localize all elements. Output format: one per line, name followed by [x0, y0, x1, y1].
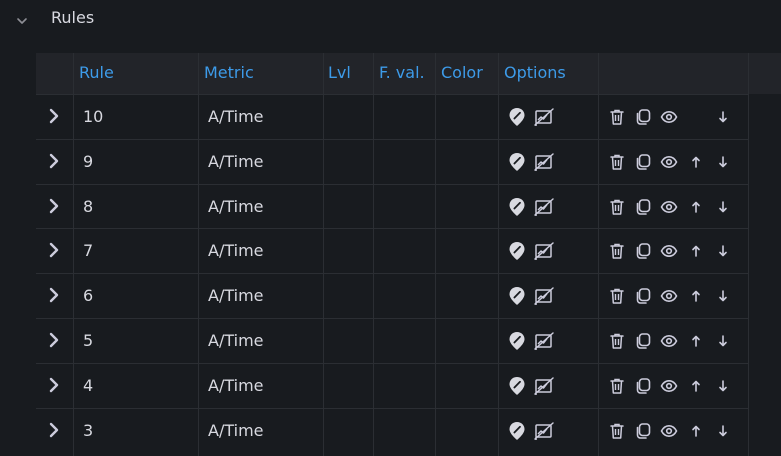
arrow-down-icon[interactable]: [718, 334, 728, 348]
eye-icon[interactable]: [660, 244, 678, 258]
section-title: Rules: [51, 8, 95, 27]
eye-icon[interactable]: [660, 155, 678, 169]
trash-icon[interactable]: [609, 422, 625, 440]
cell-rule: 6: [83, 286, 94, 306]
table-row[interactable]: 6 A/Time: [36, 273, 748, 318]
chart-disabled-icon[interactable]: [533, 107, 555, 127]
arrow-down-icon[interactable]: [718, 379, 728, 393]
cell-rule: 5: [83, 331, 94, 350]
copy-icon[interactable]: [634, 198, 652, 216]
chart-disabled-icon[interactable]: [533, 331, 555, 351]
copy-icon[interactable]: [634, 332, 652, 350]
trash-icon[interactable]: [609, 108, 625, 126]
chart-disabled-icon[interactable]: [533, 197, 555, 217]
table-row[interactable]: 10 A/Time: [36, 94, 748, 139]
chevron-right-icon[interactable]: [48, 377, 60, 393]
map-pin-icon[interactable]: [508, 197, 526, 217]
column-header-rule[interactable]: Rule: [79, 63, 114, 82]
column-header-lvl[interactable]: Lvl: [328, 63, 351, 82]
map-pin-icon[interactable]: [508, 331, 526, 351]
map-pin-icon[interactable]: [508, 107, 526, 127]
chevron-right-icon[interactable]: [48, 332, 60, 348]
arrow-up-icon[interactable]: [691, 244, 701, 258]
trash-icon[interactable]: [609, 377, 625, 395]
chart-disabled-icon[interactable]: [533, 152, 555, 172]
eye-icon[interactable]: [660, 200, 678, 214]
arrow-down-icon[interactable]: [718, 244, 728, 258]
arrow-up-icon[interactable]: [691, 200, 701, 214]
cell-rule: 3: [83, 420, 94, 440]
cell-metric: A/Time: [208, 196, 264, 216]
table-header: Rule Metric Lvl F. val. Color Options: [36, 53, 781, 94]
chevron-right-icon[interactable]: [48, 198, 60, 214]
trash-icon[interactable]: [609, 198, 625, 216]
copy-icon[interactable]: [634, 287, 652, 305]
eye-icon[interactable]: [660, 379, 678, 393]
chevron-right-icon[interactable]: [48, 153, 60, 169]
chart-disabled-icon[interactable]: [533, 286, 555, 306]
table-row[interactable]: 7 A/Time: [36, 228, 748, 273]
arrow-down-icon[interactable]: [718, 155, 728, 169]
arrow-up-icon[interactable]: [691, 289, 701, 303]
column-header-fval[interactable]: F. val.: [379, 63, 425, 82]
chevron-right-icon[interactable]: [48, 287, 60, 303]
cell-rule: 8: [83, 196, 94, 216]
eye-icon[interactable]: [660, 424, 678, 438]
table-row[interactable]: 4 A/Time: [36, 362, 748, 408]
chart-disabled-icon[interactable]: [533, 241, 555, 261]
chevron-right-icon[interactable]: [48, 422, 60, 438]
eye-icon[interactable]: [660, 334, 678, 348]
map-pin-icon[interactable]: [508, 241, 526, 261]
arrow-up-icon[interactable]: [691, 155, 701, 169]
table-row[interactable]: 9 A/Time: [36, 138, 748, 184]
cell-metric: A/Time: [208, 420, 264, 440]
cell-metric: A/Time: [208, 331, 264, 350]
arrow-up-icon[interactable]: [691, 424, 701, 438]
eye-icon[interactable]: [660, 110, 678, 124]
cell-rule: 4: [83, 375, 94, 395]
cell-rule: 7: [83, 241, 94, 261]
trash-icon[interactable]: [609, 332, 625, 350]
cell-metric: A/Time: [208, 286, 264, 306]
column-header-color[interactable]: Color: [441, 63, 483, 82]
copy-icon[interactable]: [634, 153, 652, 171]
eye-icon[interactable]: [660, 289, 678, 303]
table-row[interactable]: 5 A/Time: [36, 318, 748, 363]
cell-metric: A/Time: [208, 107, 264, 126]
cell-rule: 10: [83, 107, 104, 126]
map-pin-icon[interactable]: [508, 376, 526, 396]
column-header-metric[interactable]: Metric: [204, 63, 254, 82]
arrow-up-icon[interactable]: [691, 334, 701, 348]
table-row[interactable]: 3 A/Time: [36, 407, 748, 453]
cell-metric: A/Time: [208, 241, 264, 261]
arrow-down-icon[interactable]: [718, 110, 728, 124]
map-pin-icon[interactable]: [508, 152, 526, 172]
copy-icon[interactable]: [634, 108, 652, 126]
trash-icon[interactable]: [609, 153, 625, 171]
copy-icon[interactable]: [634, 377, 652, 395]
arrow-down-icon[interactable]: [718, 200, 728, 214]
column-header-options[interactable]: Options: [504, 63, 566, 82]
chevron-right-icon[interactable]: [48, 108, 60, 124]
chart-disabled-icon[interactable]: [533, 421, 555, 441]
chevron-down-icon[interactable]: [15, 13, 29, 27]
copy-icon[interactable]: [634, 422, 652, 440]
cell-metric: A/Time: [208, 375, 264, 395]
cell-metric: A/Time: [208, 151, 264, 171]
table-row[interactable]: 8 A/Time: [36, 183, 748, 229]
section-header[interactable]: Rules: [0, 0, 781, 40]
chart-disabled-icon[interactable]: [533, 376, 555, 396]
arrow-up-icon[interactable]: [691, 379, 701, 393]
arrow-down-icon[interactable]: [718, 424, 728, 438]
chevron-right-icon[interactable]: [48, 242, 60, 258]
scrollbar[interactable]: [748, 53, 781, 456]
arrow-down-icon[interactable]: [718, 289, 728, 303]
rules-table: Rule Metric Lvl F. val. Color Options 10…: [36, 53, 781, 456]
trash-icon[interactable]: [609, 287, 625, 305]
copy-icon[interactable]: [634, 242, 652, 260]
cell-rule: 9: [83, 151, 94, 171]
trash-icon[interactable]: [609, 242, 625, 260]
map-pin-icon[interactable]: [508, 421, 526, 441]
map-pin-icon[interactable]: [508, 286, 526, 306]
